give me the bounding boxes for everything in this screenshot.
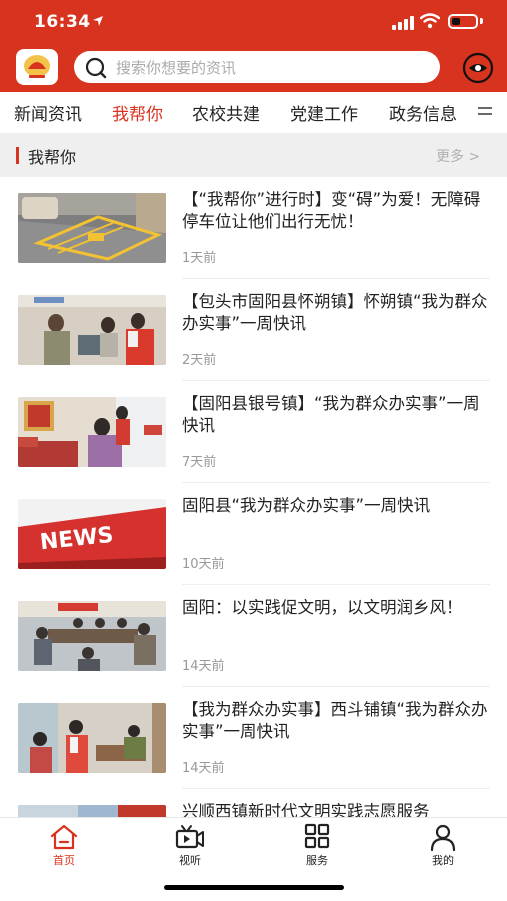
tabs-more-button[interactable] [470,92,507,132]
status-time: 16:34 [34,12,91,32]
tab-farm-school[interactable]: 农校共建 [192,100,260,125]
eye-button[interactable] [462,52,494,84]
section-title: 我帮你 [28,148,77,167]
news-title: 【“我帮你”进行时】变“碍”为爱！无障碍停车位让他们出行无忧！ [182,190,481,231]
tabbar-video-label: 视听 [179,854,201,867]
tab-news[interactable]: 新闻资讯 [14,100,82,125]
news-title: 兴顺西镇新时代文明实践志愿服务 [182,802,430,817]
news-time: 14天前 [182,659,225,674]
news-title: 【固阳县银号镇】“我为群众办实事”一周快讯 [182,394,480,435]
section-more-link[interactable]: 更多 > [436,146,480,166]
news-title: 【包头市固阳县怀朔镇】怀朔镇“我为群众办实事”一周快讯 [182,292,488,333]
status-bar: 16:34 [0,0,507,46]
section-accent-bar [16,147,19,164]
grid-icon [304,823,330,849]
news-item[interactable]: 固阳：以实践促文明，以文明润乡风！ 14天前 [0,585,507,687]
news-sign-thumbnail: NEWS [18,499,166,569]
person-icon [430,824,456,851]
section-header: 我帮你 更多 > [0,133,507,177]
news-item[interactable]: NEWS 固阳县“我为群众办实事”一周快讯 10天前 [0,483,507,585]
tabbar-home[interactable]: 首页 [24,818,104,873]
tabbar-video[interactable]: 视听 [150,818,230,873]
eye-icon [462,52,494,84]
tab-party-work[interactable]: 党建工作 [290,100,358,125]
tabbar-home-label: 首页 [53,854,75,867]
news-title: 固阳：以实践促文明，以文明润乡风！ [182,598,463,617]
meeting-room-thumbnail [18,601,166,671]
news-title: 【我为群众办实事】西斗铺镇“我为群众办实事”一周快讯 [182,700,488,741]
news-time: 7天前 [182,455,217,470]
search-placeholder: 搜索你想要的资讯 [116,59,237,77]
volunteers-visit-thumbnail [18,295,166,365]
news-time: 1天前 [182,251,217,266]
wifi-icon [420,13,440,29]
menu-icon [478,107,492,115]
tabbar-service-label: 服务 [306,854,328,867]
battery-icon [448,14,478,29]
news-time: 14天前 [182,761,225,776]
news-time: 2天前 [182,353,217,368]
signal-icon [392,16,414,30]
tabbar-me-label: 我的 [432,854,454,867]
partial-thumbnail [18,805,166,817]
tabbar-service[interactable]: 服务 [277,818,357,873]
news-item[interactable]: 【“我帮你”进行时】变“碍”为爱！无障碍停车位让他们出行无忧！ 1天前 [0,177,507,279]
app-header: 16:34 搜索你想要的资讯 [0,0,507,92]
video-icon [175,825,204,849]
tab-help-you[interactable]: 我帮你 [112,100,163,125]
location-arrow-icon [93,16,103,26]
news-time: 10天前 [182,557,225,572]
news-item[interactable]: 【我为群众办实事】西斗铺镇“我为群众办实事”一周快讯 14天前 [0,687,507,789]
parking-lot-thumbnail [18,193,166,263]
news-item[interactable]: 【包头市固阳县怀朔镇】怀朔镇“我为群众办实事”一周快讯 2天前 [0,279,507,381]
news-item[interactable]: 兴顺西镇新时代文明实践志愿服务 [0,789,507,817]
elderly-visit-thumbnail [18,703,166,773]
news-list: 【“我帮你”进行时】变“碍”为爱！无障碍停车位让他们出行无忧！ 1天前 【包头市… [0,177,507,817]
home-icon [50,824,78,850]
news-title: 固阳县“我为群众办实事”一周快讯 [182,496,431,515]
home-indicator [164,885,344,890]
search-icon [85,57,107,79]
search-input[interactable]: 搜索你想要的资讯 [74,51,440,83]
tab-government-info[interactable]: 政务信息 [389,100,457,125]
haircut-service-thumbnail [18,397,166,467]
news-item[interactable]: 【固阳县银号镇】“我为群众办实事”一周快讯 7天前 [0,381,507,483]
battery-tip [480,18,483,24]
app-logo[interactable] [16,49,58,85]
tabbar-me[interactable]: 我的 [403,818,483,873]
category-tabs: 新闻资讯 我帮你 农校共建 党建工作 政务信息 [0,92,507,132]
